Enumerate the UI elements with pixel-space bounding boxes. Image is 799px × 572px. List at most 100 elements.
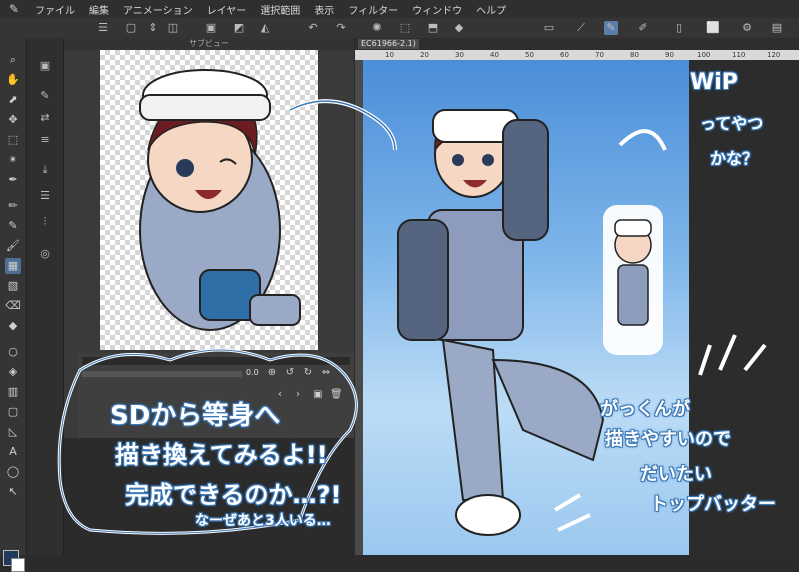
horizontal-ruler: 10 20 30 40 50 60 70 80 90 100 110 120 [355,50,799,60]
brush-snap-icon[interactable]: ✎ [604,21,618,35]
rotate-left-icon[interactable]: ↺ [284,367,296,379]
delete-image-icon[interactable]: 🗑 [330,389,343,401]
menu-help[interactable]: ヘルプ [469,2,513,17]
pencil-tool-icon[interactable]: ✎ [5,218,21,234]
operation-tool-icon[interactable]: ⬈ [5,92,21,108]
eraser-tool-icon[interactable]: ⌫ [5,298,21,314]
sub-view-image[interactable] [100,50,318,350]
settings-icon[interactable]: ⚙ [740,21,754,35]
swap-icon[interactable]: ⇄ [37,110,53,126]
ruler-tick: 100 [697,51,711,59]
sub-color-swatch[interactable] [11,558,25,572]
command-bar: ☰ ▢ ⇕ ◫ ▣ ◩ ◭ ↶ ↷ ✺ ⬚ ⬒ ◆ ▭ ⟋ ✎ ✐ ▯ ⬜ ⚙ … [0,18,799,39]
fill-icon[interactable]: ◩ [232,21,246,35]
blend-tool-icon[interactable]: ◆ [5,318,21,334]
chibi-character-illustration [139,69,301,331]
canvas-tab[interactable]: EC61966-2.1) [358,39,419,49]
undo-icon[interactable]: ↶ [306,21,320,35]
navigator-icon[interactable]: ◎ [37,246,53,262]
select-all-icon[interactable]: ▭ [542,21,556,35]
selection-tool-icon[interactable]: ⬚ [5,132,21,148]
full-body-character-illustration [397,109,663,536]
ruler-tick: 10 [385,51,394,59]
zoom-slider[interactable] [82,371,242,377]
note-line-4: なーぜあと3人いる… [195,513,331,529]
main-canvas[interactable] [363,60,689,555]
note-line-3: 完成できるのか…?! [125,481,342,509]
ruler-tick: 20 [420,51,429,59]
menu-selection[interactable]: 選択範囲 [253,2,307,17]
redo-icon[interactable]: ↷ [334,21,348,35]
ruler-tick: 80 [630,51,639,59]
canvas-tab-bar: EC61966-2.1) [355,38,799,50]
clip-studio-logo-icon[interactable]: ✎ [0,0,28,18]
frame-tool-icon[interactable]: ◺ [5,424,21,440]
ruler-tick: 40 [490,51,499,59]
ruler-tick: 110 [732,51,746,59]
tool-palette: ⌕ ✋ ⬈ ✥ ⬚ ✴ ✒ ✏ ✎ 🖌 ▦ ▧ ⌫ ◆ ○ ◈ ▥ ▢ ◺ A … [0,38,27,572]
pen-snap-icon[interactable]: ✐ [636,21,650,35]
shape-tool-icon[interactable]: ○ [5,344,21,360]
balloon-tool-icon[interactable]: ◯ [5,464,21,480]
menu-window[interactable]: ウィンドウ [405,2,469,17]
adjust-icon[interactable]: ≡ [37,132,53,148]
import-icon[interactable]: ⤓ [37,162,53,178]
menu-animation[interactable]: アニメーション [116,2,200,17]
text-tool-icon[interactable]: A [5,444,21,460]
layer-icon[interactable]: ▣ [37,58,53,74]
ruler-tick: 60 [560,51,569,59]
hamburger-menu-icon[interactable]: ☰ [96,21,110,35]
import-image-icon[interactable]: ▣ [312,389,324,401]
ruler-tick: 70 [595,51,604,59]
move-tool-icon[interactable]: ✥ [5,112,21,128]
decoration-tool-icon[interactable]: ▧ [5,278,21,294]
flip-icon[interactable]: ⇔ [320,367,332,379]
slider-icon[interactable]: ⫶ [37,214,53,230]
gradient-tool-icon[interactable]: ▥ [5,384,21,400]
ruler-tick: 50 [525,51,534,59]
zoom-tool-icon[interactable]: ⌕ [5,52,21,68]
fill-tool-icon[interactable]: ◈ [5,364,21,380]
clear-icon[interactable]: ▣ [204,21,218,35]
property-icon[interactable]: ☰ [37,188,53,204]
hand-tool-icon[interactable]: ✋ [5,72,21,88]
fill-layer-icon[interactable]: ◆ [452,21,466,35]
canvas-area: EC61966-2.1) 10 20 30 40 50 60 70 80 90 … [355,38,799,555]
brush-settings-icon[interactable]: ✎ [37,88,53,104]
eyedropper-icon[interactable]: ✒ [5,172,21,188]
next-image-icon[interactable]: › [292,389,304,401]
new-canvas-icon[interactable]: ▢ [124,21,138,35]
note-line-2: 描き換えてみるよ!! [115,441,328,469]
zoom-value: 0.0 [246,368,259,377]
sub-view-panel: サブビュー 0.0 ⊕ ↺ ↻ ⇔ ‹ › ▣ 🗑 [64,38,354,438]
rotate-right-icon[interactable]: ↻ [302,367,314,379]
menu-filter[interactable]: フィルター [341,2,405,17]
transform-icon[interactable]: ⬚ [398,21,412,35]
prev-image-icon[interactable]: ‹ [274,389,286,401]
correct-line-tool-icon[interactable]: ↖ [5,484,21,500]
sub-view-title: サブビュー [64,38,354,50]
device-icon[interactable]: ▯ [672,21,686,35]
crop-icon[interactable]: ⬒ [426,21,440,35]
chat-icon[interactable]: ▤ [770,21,784,35]
menu-edit[interactable]: 編集 [82,2,116,17]
figure-tool-icon[interactable]: ▢ [5,404,21,420]
magic-wand-icon[interactable]: ✴ [5,152,21,168]
tablet-icon[interactable]: ⬜ [706,21,720,35]
sub-view-controls: 0.0 ⊕ ↺ ↻ ⇔ ‹ › ▣ 🗑 [78,353,354,438]
menu-file[interactable]: ファイル [28,2,82,17]
brush-tool-icon[interactable]: 🖌 [5,238,21,254]
ruler-snap-icon[interactable]: ⟋ [574,21,588,35]
zoom-in-icon[interactable]: ⊕ [266,367,278,379]
pen-tool-icon[interactable]: ✏ [5,198,21,214]
gradient-icon[interactable]: ◭ [258,21,272,35]
menu-view[interactable]: 表示 [307,2,341,17]
scroll-track[interactable] [82,357,350,365]
ruler-tick: 90 [665,51,674,59]
ruler-tick: 30 [455,51,464,59]
stepper-icon[interactable]: ⇕ [146,21,160,35]
open-file-icon[interactable]: ◫ [166,21,180,35]
loading-icon[interactable]: ✺ [370,21,384,35]
airbrush-tool-icon[interactable]: ▦ [5,258,21,274]
menu-layer[interactable]: レイヤー [200,2,254,17]
